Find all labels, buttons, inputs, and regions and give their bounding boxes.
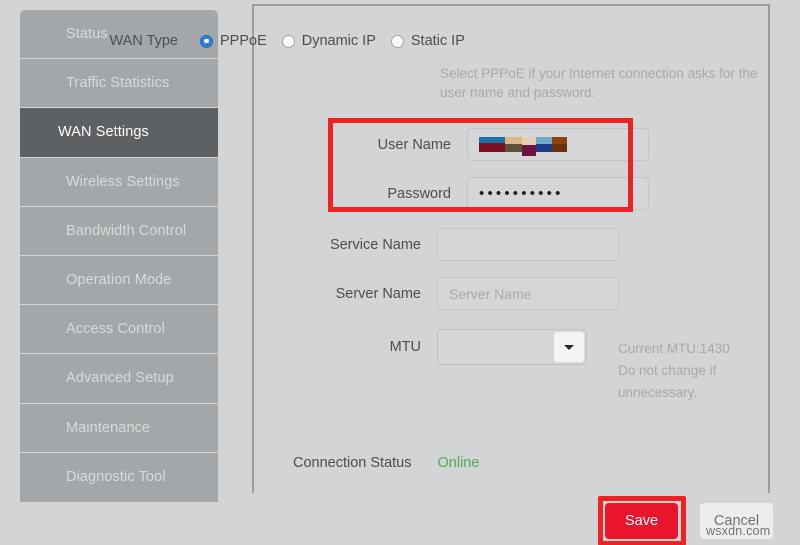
router-admin-page: Status Traffic Statistics WAN Settings W… — [0, 0, 800, 545]
connection-status-value: Online — [438, 455, 480, 471]
sidebar-item-wireless-settings[interactable]: Wireless Settings — [20, 158, 218, 207]
radio-static-ip-label: Static IP — [411, 33, 465, 49]
radio-dynamic-ip-label: Dynamic IP — [302, 33, 376, 49]
connection-status-row: Connection Status Online — [293, 455, 479, 471]
wan-type-row: WAN Type PPPoE Dynamic IP Static IP — [88, 33, 480, 49]
server-name-row: Server Name Server Name — [311, 277, 619, 310]
watermark: wsxdn.com — [706, 524, 770, 538]
sidebar-item-label: Diagnostic Tool — [66, 469, 166, 485]
chevron-down-icon — [564, 345, 574, 350]
sidebar-item-label: Access Control — [66, 321, 165, 337]
password-row: Password •••••••••• — [341, 177, 649, 210]
sidebar-nav: Status Traffic Statistics WAN Settings W… — [20, 10, 218, 502]
sidebar-item-label: Bandwidth Control — [66, 223, 186, 239]
service-name-label: Service Name — [311, 237, 421, 253]
redacted-username-pixels — [479, 137, 567, 152]
user-name-label: User Name — [341, 137, 451, 153]
service-name-input[interactable] — [437, 228, 619, 261]
radio-pppoe-label: PPPoE — [220, 33, 267, 49]
mtu-select[interactable] — [437, 329, 587, 365]
server-name-label: Server Name — [311, 286, 421, 302]
mtu-note: Current MTU:1430 Do not change if unnece… — [618, 338, 733, 404]
service-name-row: Service Name — [311, 228, 619, 261]
wan-type-label: WAN Type — [88, 33, 178, 49]
sidebar-item-label: Traffic Statistics — [66, 75, 169, 91]
sidebar-item-bandwidth-control[interactable]: Bandwidth Control — [20, 207, 218, 256]
sidebar-item-operation-mode[interactable]: Operation Mode — [20, 256, 218, 305]
radio-pppoe-icon[interactable] — [200, 35, 213, 48]
save-button[interactable]: Save — [605, 503, 678, 539]
mtu-label: MTU — [311, 339, 421, 355]
radio-option-pppoe[interactable]: PPPoE — [200, 33, 267, 49]
radio-static-ip-icon[interactable] — [391, 35, 404, 48]
password-masked-value: •••••••••• — [479, 186, 564, 201]
sidebar-item-label: Wireless Settings — [66, 174, 180, 190]
password-input[interactable]: •••••••••• — [467, 177, 649, 210]
sidebar-item-wan-settings[interactable]: WAN Settings — [20, 108, 218, 157]
radio-option-dynamic-ip[interactable]: Dynamic IP — [282, 33, 376, 49]
server-name-input[interactable]: Server Name — [437, 277, 619, 310]
connection-status-label: Connection Status — [293, 455, 412, 471]
radio-dynamic-ip-icon[interactable] — [282, 35, 295, 48]
wan-type-hint: Select PPPoE if your Internet connection… — [440, 64, 760, 102]
user-name-input[interactable] — [467, 128, 649, 161]
sidebar-item-label: Operation Mode — [66, 272, 171, 288]
sidebar-item-advanced-setup[interactable]: Advanced Setup — [20, 354, 218, 403]
radio-option-static-ip[interactable]: Static IP — [391, 33, 465, 49]
mtu-row: MTU — [311, 329, 587, 365]
sidebar-item-maintenance[interactable]: Maintenance — [20, 404, 218, 453]
sidebar-item-label: Advanced Setup — [66, 370, 174, 386]
password-label: Password — [341, 186, 451, 202]
wan-type-radio-group: PPPoE Dynamic IP Static IP — [200, 33, 480, 49]
sidebar-item-diagnostic-tool[interactable]: Diagnostic Tool — [20, 453, 218, 502]
sidebar-item-label: Maintenance — [66, 420, 150, 436]
sidebar-item-traffic-statistics[interactable]: Traffic Statistics — [20, 59, 218, 108]
sidebar-item-label: WAN Settings — [58, 124, 149, 140]
server-name-placeholder: Server Name — [449, 286, 531, 302]
user-name-row: User Name — [341, 128, 649, 161]
mtu-dropdown-button[interactable] — [554, 332, 584, 362]
sidebar-item-access-control[interactable]: Access Control — [20, 305, 218, 354]
